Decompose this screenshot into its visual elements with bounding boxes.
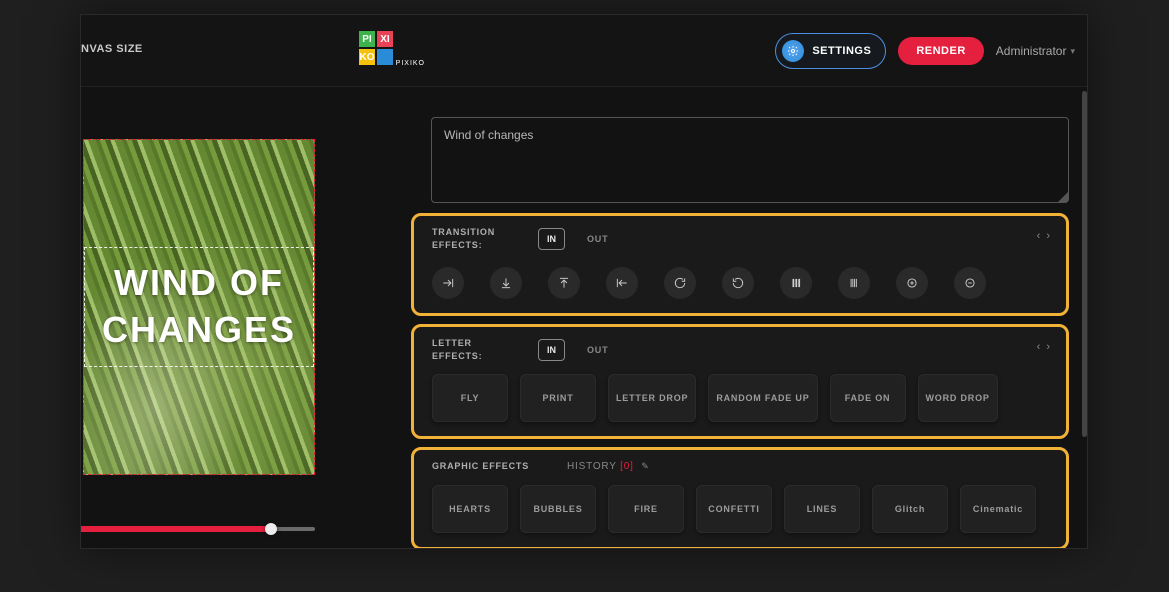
zoom-out-icon[interactable]: [954, 267, 986, 299]
header-actions: SETTINGS RENDER Administrator ▾: [775, 33, 1075, 69]
transition-in-button[interactable]: IN: [538, 228, 565, 250]
graphic-effect-card[interactable]: CONFETTI: [696, 485, 772, 533]
letter-effects-section: LETTER EFFECTS: IN OUT ‹ › FLY PRINT LET…: [411, 324, 1069, 439]
venetian-solid-icon[interactable]: [780, 267, 812, 299]
rotate-cw-icon[interactable]: [664, 267, 696, 299]
panel-scrollbar[interactable]: [1082, 91, 1087, 437]
letter-in-button[interactable]: IN: [538, 339, 565, 361]
logo-subtext: PIXIKO: [396, 60, 425, 67]
graphic-effects-section: GRAPHIC EFFECTS history [0] ✎ HEARTS BUB…: [411, 447, 1069, 548]
render-button[interactable]: RENDER: [898, 37, 983, 65]
graphic-history[interactable]: history [0] ✎: [567, 461, 650, 472]
letter-out-button[interactable]: OUT: [587, 345, 608, 355]
timeline-played: [80, 526, 271, 532]
transition-prev[interactable]: ‹: [1037, 230, 1041, 242]
text-content-input[interactable]: Wind of changes: [431, 117, 1069, 203]
slide-in-right-icon[interactable]: [432, 267, 464, 299]
logo-cell: PI: [359, 31, 375, 47]
transition-next[interactable]: ›: [1046, 230, 1050, 242]
letter-effect-card[interactable]: LETTER DROP: [608, 374, 696, 422]
logo-cell: XI: [377, 31, 393, 47]
canvas-preview[interactable]: WIND OF CHANGES: [83, 139, 315, 475]
graphic-effect-card[interactable]: Cinematic: [960, 485, 1036, 533]
transition-section-label: TRANSITION EFFECTS:: [432, 226, 520, 251]
user-label: Administrator: [996, 44, 1067, 58]
graphic-effect-card[interactable]: Glitch: [872, 485, 948, 533]
graphic-section-label: GRAPHIC EFFECTS: [432, 460, 529, 473]
app-header: NVAS SIZE PI XI KO PIXIKO SETTINGS RENDE…: [81, 15, 1087, 87]
letter-effects-row: FLY PRINT LETTER DROP RANDOM FADE UP FAD…: [432, 374, 1050, 422]
timeline-playhead[interactable]: [265, 523, 277, 535]
logo-cell: KO: [359, 49, 375, 65]
settings-button[interactable]: SETTINGS: [775, 33, 886, 69]
slide-in-left-icon[interactable]: [606, 267, 638, 299]
letter-effect-card[interactable]: FLY: [432, 374, 508, 422]
logo-cell: [377, 49, 393, 65]
letter-section-label: LETTER EFFECTS:: [432, 337, 520, 362]
history-count: [0]: [620, 461, 634, 472]
text-content-value: Wind of changes: [444, 128, 533, 142]
letter-effect-card[interactable]: RANDOM FADE UP: [708, 374, 817, 422]
rotate-ccw-icon[interactable]: [722, 267, 754, 299]
timeline[interactable]: [81, 522, 401, 536]
history-label: history: [567, 461, 617, 472]
chevron-down-icon: ▾: [1070, 46, 1075, 57]
letter-effect-card[interactable]: FADE ON: [830, 374, 906, 422]
gear-icon: [782, 40, 804, 62]
app-window: NVAS SIZE PI XI KO PIXIKO SETTINGS RENDE…: [80, 14, 1088, 549]
text-overlay[interactable]: WIND OF CHANGES: [84, 247, 314, 367]
letter-prev[interactable]: ‹: [1037, 341, 1041, 353]
transition-effects-section: TRANSITION EFFECTS: IN OUT ‹ ›: [411, 213, 1069, 316]
letter-next[interactable]: ›: [1046, 341, 1050, 353]
zoom-in-icon[interactable]: [896, 267, 928, 299]
canvas-size-label[interactable]: NVAS SIZE: [81, 43, 143, 55]
slide-in-up-icon[interactable]: [548, 267, 580, 299]
graphic-effect-card[interactable]: BUBBLES: [520, 485, 596, 533]
preview-column: WIND OF CHANGES: [81, 87, 401, 548]
settings-panel: Wind of changes TRANSITION EFFECTS: IN O…: [401, 87, 1087, 548]
graphic-effect-card[interactable]: LINES: [784, 485, 860, 533]
slide-in-down-icon[interactable]: [490, 267, 522, 299]
pencil-icon: ✎: [641, 461, 649, 471]
transition-effects-row: [432, 267, 1050, 299]
transition-out-button[interactable]: OUT: [587, 234, 608, 244]
settings-label: SETTINGS: [812, 45, 871, 57]
graphic-effects-row: HEARTS BUBBLES FIRE CONFETTI LINES Glitc…: [432, 485, 1050, 533]
graphic-effect-card[interactable]: FIRE: [608, 485, 684, 533]
app-logo: PI XI KO PIXIKO: [359, 31, 403, 71]
letter-effect-card[interactable]: WORD DROP: [918, 374, 998, 422]
graphic-effect-card[interactable]: HEARTS: [432, 485, 508, 533]
user-menu[interactable]: Administrator ▾: [996, 44, 1075, 58]
venetian-lines-icon[interactable]: [838, 267, 870, 299]
app-body: WIND OF CHANGES Wind of changes TRANSITI…: [81, 87, 1087, 548]
letter-effect-card[interactable]: PRINT: [520, 374, 596, 422]
